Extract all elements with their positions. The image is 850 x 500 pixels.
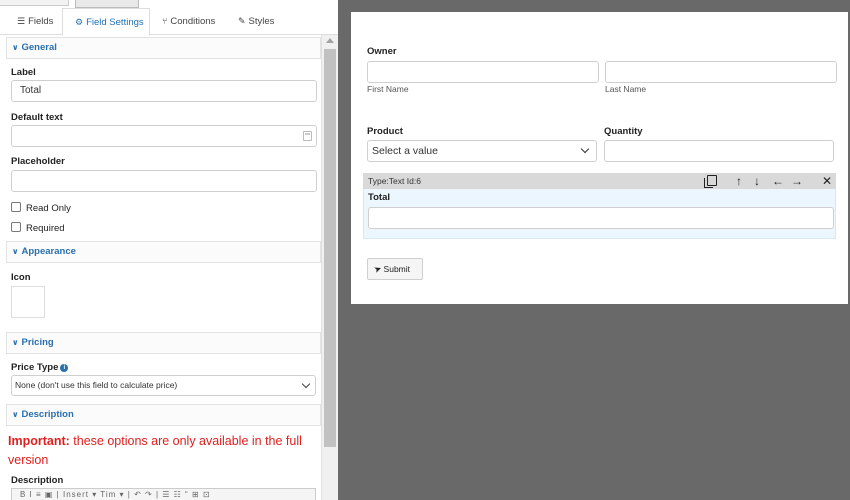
- owner-label: Owner: [367, 46, 397, 57]
- calculator-icon[interactable]: [303, 131, 312, 141]
- first-name-caption: First Name: [367, 84, 409, 94]
- arrow-left-icon[interactable]: ←: [772, 173, 784, 189]
- description-editor-toolbar[interactable]: B I ≡ ▣ | Insert ▾ Tim ▾ | ↶ ↷ | ☰ ☷ “ ⊞…: [11, 488, 316, 500]
- required-checkbox[interactable]: [11, 222, 21, 232]
- chevron-down-icon: ∨: [12, 410, 19, 419]
- scrollbar-thumb[interactable]: [324, 49, 336, 447]
- outer-tab-1[interactable]: [0, 0, 69, 6]
- section-appearance[interactable]: ∨ Appearance: [6, 241, 321, 263]
- icon-picker[interactable]: [11, 286, 45, 318]
- section-description[interactable]: ∨ Description: [6, 404, 321, 426]
- settings-tabs: ☰ Fields ⚙ Field Settings ⑂ Conditions ✎ Sty…: [0, 8, 338, 36]
- tab-field-settings[interactable]: ⚙ Field Settings: [62, 8, 150, 36]
- settings-panel: ☰ Fields ⚙ Field Settings ⑂ Conditions ✎ Sty…: [0, 0, 338, 500]
- copy-icon[interactable]: [704, 175, 717, 188]
- tab-conditions[interactable]: ⑂ Conditions: [162, 8, 215, 35]
- placeholder-title: Placeholder: [11, 156, 65, 167]
- form-canvas: Owner First Name Last Name Product Selec…: [351, 12, 848, 304]
- quantity-label: Quantity: [604, 126, 643, 137]
- branch-icon: ⑂: [162, 16, 168, 26]
- form-preview-area: Owner First Name Last Name Product Selec…: [338, 0, 850, 500]
- chevron-down-icon: ∨: [12, 43, 19, 52]
- read-only-checkbox[interactable]: [11, 202, 21, 212]
- label-title: Label: [11, 67, 36, 78]
- brush-icon: ✎: [238, 16, 246, 26]
- last-name-input[interactable]: [605, 61, 837, 83]
- tab-fields[interactable]: ☰ Fields: [17, 8, 53, 35]
- chevron-down-icon: ∨: [12, 247, 19, 256]
- first-name-input[interactable]: [367, 61, 599, 83]
- price-type-title: Price Type i: [11, 362, 69, 373]
- last-name-caption: Last Name: [605, 84, 647, 94]
- close-icon[interactable]: ✕: [822, 173, 832, 189]
- outer-tabs: [0, 0, 338, 8]
- label-input[interactable]: Total: [11, 80, 317, 102]
- gear-icon: ⚙: [75, 17, 84, 27]
- section-general[interactable]: ∨ General: [6, 37, 321, 59]
- selected-field-total[interactable]: Total: [363, 189, 836, 239]
- icon-title: Icon: [11, 272, 31, 283]
- chevron-down-icon: ∨: [12, 338, 19, 347]
- field-toolbar: Type:Text Id:6 ↑ ↓ ← → ✕: [363, 173, 836, 189]
- placeholder-input[interactable]: [11, 170, 317, 192]
- description-title: Description: [11, 475, 64, 486]
- price-type-select[interactable]: None (don't use this field to calculate …: [11, 375, 316, 396]
- default-text-title: Default text: [11, 112, 63, 123]
- panel-scrollbar[interactable]: [321, 35, 338, 500]
- arrow-up-icon[interactable]: ↑: [736, 173, 742, 189]
- outer-tab-2[interactable]: [75, 0, 139, 8]
- total-input[interactable]: [368, 207, 834, 229]
- scroll-up-arrow-icon[interactable]: [326, 38, 334, 43]
- tab-styles[interactable]: ✎ Styles: [238, 8, 274, 35]
- quantity-input[interactable]: [604, 140, 834, 162]
- submit-button[interactable]: ➤Submit: [367, 258, 423, 280]
- chevron-down-icon: [580, 144, 590, 154]
- section-pricing[interactable]: ∨ Pricing: [6, 332, 321, 354]
- product-select[interactable]: Select a value: [367, 140, 597, 162]
- info-icon[interactable]: i: [60, 364, 69, 372]
- list-icon: ☰: [17, 16, 26, 26]
- field-type-id: Type:Text Id:6: [368, 176, 421, 186]
- default-text-input[interactable]: [11, 125, 317, 147]
- arrow-down-icon[interactable]: ↓: [754, 173, 760, 189]
- important-notice: Important: these options are only availa…: [8, 434, 302, 467]
- arrow-right-icon[interactable]: →: [791, 173, 803, 189]
- total-label: Total: [368, 192, 390, 203]
- required-option[interactable]: Required: [11, 222, 65, 234]
- chevron-down-icon: [301, 379, 311, 389]
- product-label: Product: [367, 126, 403, 137]
- read-only-option[interactable]: Read Only: [11, 202, 71, 214]
